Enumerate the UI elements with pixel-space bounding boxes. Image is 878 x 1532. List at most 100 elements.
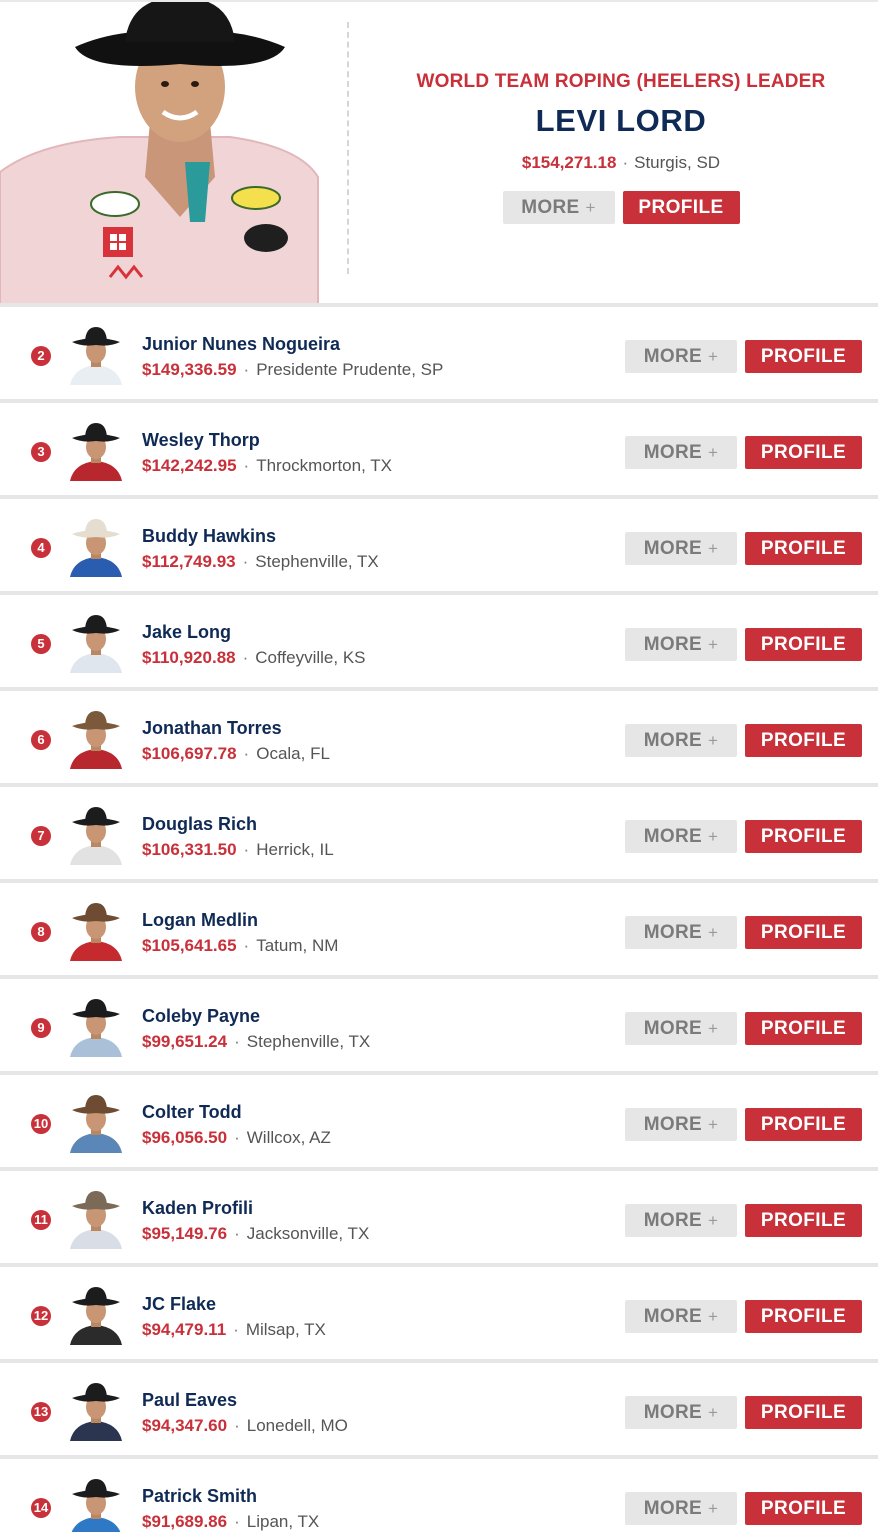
profile-button[interactable]: PROFILE: [745, 1300, 862, 1333]
athlete-earnings: $99,651.24: [142, 1032, 228, 1051]
plus-icon: +: [707, 538, 719, 558]
athlete-avatar: [70, 1287, 122, 1345]
leader-actions: MORE + PROFILE: [364, 191, 878, 224]
standings-row: 2 Junior Nunes Nogueira $149,336.59 · Presid…: [0, 303, 878, 399]
athlete-avatar: [70, 999, 122, 1057]
more-label: MORE: [643, 1497, 702, 1519]
athlete-earnings: $91,689.86: [142, 1512, 228, 1531]
rank-badge: 11: [31, 1210, 51, 1230]
athlete-meta: $94,347.60 · Lonedell, MO: [142, 1415, 348, 1437]
separator-dot: ·: [233, 1320, 239, 1339]
athlete-name[interactable]: Buddy Hawkins: [142, 525, 276, 547]
leader-earnings: $154,271.18: [521, 153, 617, 172]
more-button[interactable]: MORE +: [625, 1012, 737, 1045]
athlete-meta: $106,331.50 · Herrick, IL: [142, 839, 334, 861]
separator-dot: ·: [622, 153, 629, 172]
more-label: MORE: [643, 345, 702, 367]
separator-dot: ·: [234, 1224, 240, 1243]
plus-icon: +: [707, 1114, 719, 1134]
athlete-hometown: Stephenville, TX: [255, 552, 379, 571]
standings-list: 2 Junior Nunes Nogueira $149,336.59 · Presid…: [0, 303, 878, 1532]
athlete-avatar: [70, 423, 122, 481]
standings-row: 12 JC Flake $94,479.11 · Milsap, TX MORE + PROF…: [0, 1263, 878, 1359]
more-button[interactable]: MORE +: [625, 340, 737, 373]
athlete-hometown: Ocala, FL: [256, 744, 330, 763]
plus-icon: +: [585, 197, 596, 217]
athlete-name[interactable]: Wesley Thorp: [142, 429, 260, 451]
more-label: MORE: [643, 1113, 702, 1135]
more-button[interactable]: MORE +: [625, 1204, 737, 1237]
athlete-hometown: Coffeyville, KS: [255, 648, 366, 667]
standings-row: 7 Douglas Rich $106,331.50 · Herrick, IL MORE…: [0, 783, 878, 879]
more-button[interactable]: MORE +: [625, 916, 737, 949]
separator-dot: ·: [243, 456, 250, 475]
athlete-name[interactable]: Patrick Smith: [142, 1485, 257, 1507]
athlete-name[interactable]: Logan Medlin: [142, 909, 258, 931]
separator-dot: ·: [243, 360, 250, 379]
standings-row: 14 Patrick Smith $91,689.86 · Lipan, TX MORE +…: [0, 1455, 878, 1532]
profile-button[interactable]: PROFILE: [745, 436, 862, 469]
rank-badge: 6: [31, 730, 51, 750]
profile-button[interactable]: PROFILE: [745, 1396, 862, 1429]
profile-button[interactable]: PROFILE: [745, 532, 862, 565]
more-button[interactable]: MORE +: [625, 436, 737, 469]
leader-info: WORLD TEAM ROPING (HEELERS) LEADER LEVI …: [364, 70, 878, 224]
athlete-meta: $91,689.86 · Lipan, TX: [142, 1511, 319, 1532]
athlete-avatar: [70, 807, 122, 865]
leader-photo: [0, 2, 330, 305]
profile-button[interactable]: PROFILE: [745, 1012, 862, 1045]
athlete-meta: $105,641.65 · Tatum, NM: [142, 935, 338, 957]
more-button[interactable]: MORE +: [625, 1108, 737, 1141]
plus-icon: +: [707, 442, 719, 462]
standings-row: 6 Jonathan Torres $106,697.78 · Ocala, FL MOR…: [0, 687, 878, 783]
athlete-meta: $112,749.93 · Stephenville, TX: [142, 551, 379, 573]
more-label: MORE: [643, 1017, 702, 1039]
athlete-earnings: $149,336.59: [142, 360, 237, 379]
more-label: MORE: [643, 537, 702, 559]
plus-icon: +: [707, 730, 719, 750]
standings-row: 11 Kaden Profili $95,149.76 · Jacksonville, …: [0, 1167, 878, 1263]
profile-button[interactable]: PROFILE: [745, 1492, 862, 1525]
athlete-earnings: $110,920.88: [142, 648, 236, 667]
athlete-meta: $149,336.59 · Presidente Prudente, SP: [142, 359, 443, 381]
profile-button[interactable]: PROFILE: [745, 724, 862, 757]
more-button[interactable]: MORE +: [625, 724, 737, 757]
athlete-name[interactable]: JC Flake: [142, 1293, 216, 1315]
athlete-meta: $94,479.11 · Milsap, TX: [142, 1319, 326, 1341]
athlete-earnings: $142,242.95: [142, 456, 237, 475]
more-button[interactable]: MORE +: [625, 820, 737, 853]
profile-button[interactable]: PROFILE: [745, 628, 862, 661]
standings-row: 8 Logan Medlin $105,641.65 · Tatum, NM MORE + P…: [0, 879, 878, 975]
athlete-name[interactable]: Coleby Payne: [142, 1005, 260, 1027]
athlete-name[interactable]: Jake Long: [142, 621, 231, 643]
more-button[interactable]: MORE +: [625, 628, 737, 661]
athlete-name[interactable]: Junior Nunes Nogueira: [142, 333, 340, 355]
more-label: MORE: [643, 1305, 702, 1327]
athlete-name[interactable]: Colter Todd: [142, 1101, 242, 1123]
leader-more-button[interactable]: MORE +: [502, 191, 615, 224]
athlete-name[interactable]: Paul Eaves: [142, 1389, 237, 1411]
profile-button[interactable]: PROFILE: [745, 916, 862, 949]
athlete-avatar: [70, 1383, 122, 1441]
separator-dot: ·: [242, 648, 249, 667]
profile-button[interactable]: PROFILE: [745, 820, 862, 853]
profile-button[interactable]: PROFILE: [745, 1204, 862, 1237]
athlete-name[interactable]: Kaden Profili: [142, 1197, 253, 1219]
athlete-hometown: Throckmorton, TX: [256, 456, 392, 475]
standings-row: 9 Coleby Payne $99,651.24 · Stephenville, TX…: [0, 975, 878, 1071]
profile-button[interactable]: PROFILE: [745, 1108, 862, 1141]
more-button[interactable]: MORE +: [625, 1492, 737, 1525]
athlete-hometown: Presidente Prudente, SP: [256, 360, 444, 379]
athlete-name[interactable]: Douglas Rich: [142, 813, 257, 835]
more-button[interactable]: MORE +: [625, 532, 737, 565]
separator-dot: ·: [243, 840, 250, 859]
rank-badge: 13: [31, 1402, 51, 1422]
rank-badge: 5: [31, 634, 51, 654]
more-button[interactable]: MORE +: [625, 1396, 737, 1429]
leader-profile-button[interactable]: PROFILE: [622, 191, 740, 224]
more-label: MORE: [643, 1401, 702, 1423]
athlete-earnings: $105,641.65: [142, 936, 237, 955]
athlete-name[interactable]: Jonathan Torres: [142, 717, 282, 739]
more-button[interactable]: MORE +: [625, 1300, 737, 1333]
profile-button[interactable]: PROFILE: [745, 340, 862, 373]
